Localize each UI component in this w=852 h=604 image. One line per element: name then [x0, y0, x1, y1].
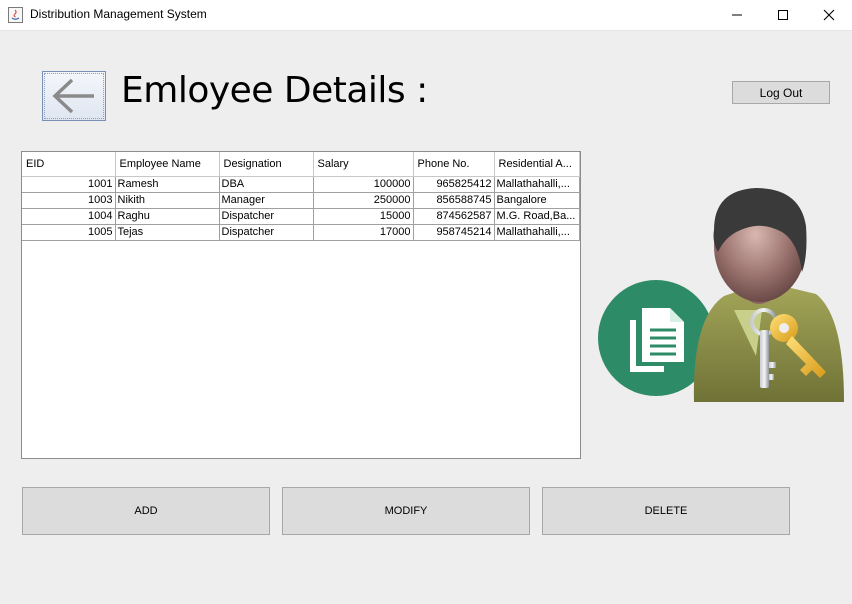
table-row[interactable]: 1005 Tejas Dispatcher 17000 958745214 Ma… [22, 224, 580, 241]
cell-phone: 958745214 [413, 224, 495, 241]
arrow-left-icon [52, 78, 94, 114]
cell-address: Mallathahalli,... [494, 224, 580, 241]
java-app-icon [8, 7, 23, 23]
cell-designation: Dispatcher [219, 208, 314, 225]
cell-designation: DBA [219, 176, 314, 193]
maximize-button[interactable] [760, 0, 806, 30]
column-header-employee-name[interactable]: Employee Name [115, 152, 220, 177]
cell-salary: 100000 [313, 176, 414, 193]
table-row[interactable]: 1004 Raghu Dispatcher 15000 874562587 M.… [22, 208, 580, 225]
page-title: Emloyee Details : [121, 70, 428, 111]
cell-designation: Manager [219, 192, 314, 209]
cell-eid: 1004 [22, 208, 116, 225]
minimize-button[interactable] [714, 0, 760, 30]
window-titlebar: Distribution Management System [0, 0, 852, 31]
cell-phone: 874562587 [413, 208, 495, 225]
cell-salary: 17000 [313, 224, 414, 241]
column-header-salary[interactable]: Salary [313, 152, 414, 177]
cell-employee-name: Ramesh [115, 176, 220, 193]
cell-employee-name: Tejas [115, 224, 220, 241]
cell-address: Mallathahalli,... [494, 176, 580, 193]
cell-address: M.G. Road,Ba... [494, 208, 580, 225]
delete-button[interactable]: DELETE [542, 487, 790, 535]
employee-illustration [598, 188, 844, 402]
cell-eid: 1001 [22, 176, 116, 193]
close-button[interactable] [806, 0, 852, 30]
employee-table[interactable]: EID Employee Name Designation Salary Pho… [21, 151, 581, 459]
cell-address: Bangalore [494, 192, 580, 209]
add-button[interactable]: ADD [22, 487, 270, 535]
minimize-icon [732, 14, 742, 16]
column-header-phone[interactable]: Phone No. [413, 152, 495, 177]
cell-salary: 15000 [313, 208, 414, 225]
column-header-designation[interactable]: Designation [219, 152, 314, 177]
cell-employee-name: Raghu [115, 208, 220, 225]
cell-eid: 1003 [22, 192, 116, 209]
table-row[interactable]: 1001 Ramesh DBA 100000 965825412 Mallath… [22, 176, 580, 193]
cell-designation: Dispatcher [219, 224, 314, 241]
back-button[interactable] [42, 71, 106, 121]
window-title: Distribution Management System [30, 7, 207, 21]
cell-eid: 1005 [22, 224, 116, 241]
logout-button[interactable]: Log Out [732, 81, 830, 104]
column-header-eid[interactable]: EID [22, 152, 116, 177]
cell-employee-name: Nikith [115, 192, 220, 209]
close-icon [823, 9, 835, 21]
table-row[interactable]: 1003 Nikith Manager 250000 856588745 Ban… [22, 192, 580, 209]
cell-phone: 856588745 [413, 192, 495, 209]
column-header-address[interactable]: Residential A... [494, 152, 580, 177]
modify-button[interactable]: MODIFY [282, 487, 530, 535]
maximize-icon [778, 10, 788, 20]
table-header-row: EID Employee Name Designation Salary Pho… [22, 152, 580, 177]
cell-salary: 250000 [313, 192, 414, 209]
cell-phone: 965825412 [413, 176, 495, 193]
